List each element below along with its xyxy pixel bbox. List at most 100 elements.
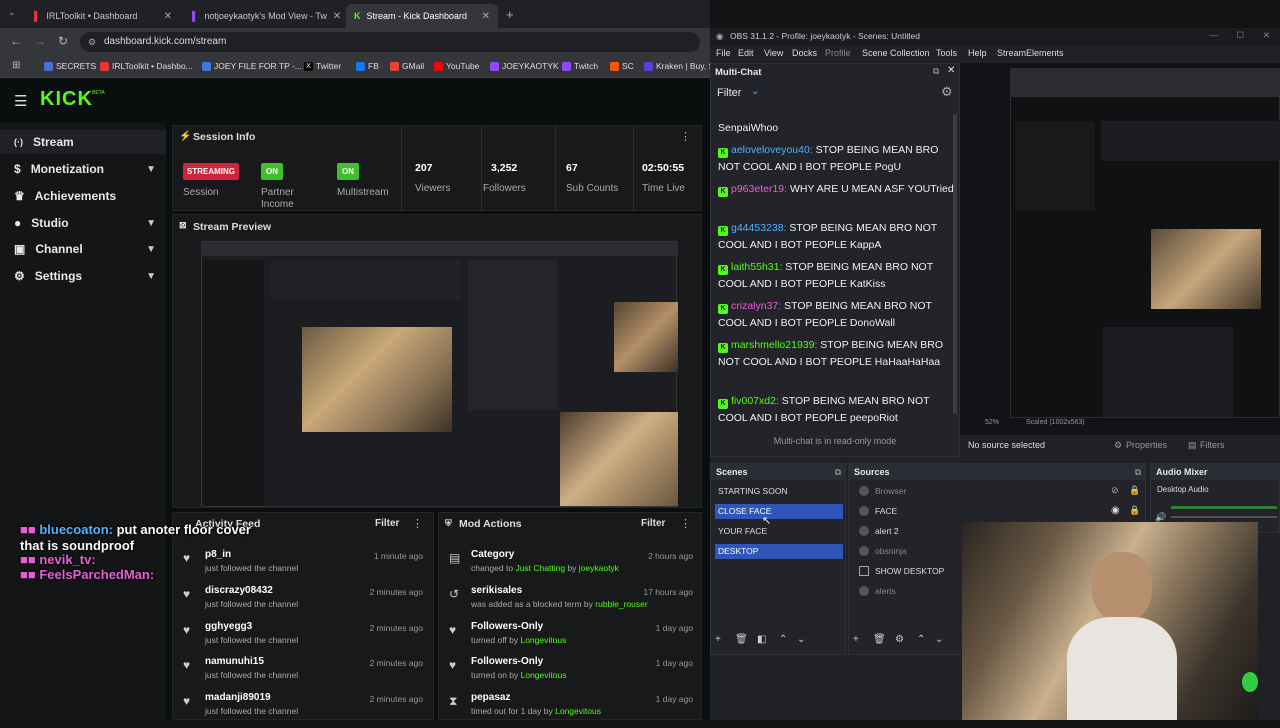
source-item[interactable]: alert 2 [859,526,899,536]
source-item[interactable]: FACE [859,506,897,516]
chat-filter-button[interactable]: Filter [717,87,741,99]
partner-income-badge[interactable]: ON [261,163,283,180]
gear-icon[interactable]: ⚙ [895,634,904,645]
sidebar-item-settings[interactable]: ⚙ Settings ▼ [0,264,166,288]
bookmark[interactable]: Kraken | Buy, S [644,61,714,71]
lock-icon[interactable]: 🔒 [1129,505,1140,516]
menu-profile[interactable]: Profile [825,48,851,58]
bookmark[interactable]: GMail [390,61,424,71]
close-window-icon[interactable]: ✕ [1263,30,1270,41]
lock-icon[interactable]: 🔒 [1129,485,1140,496]
down-icon[interactable]: ⌄ [797,634,805,645]
bookmark[interactable]: X Twitter [304,61,341,71]
sidebar-item-stream[interactable]: (·) Stream [0,130,166,154]
volume-slider[interactable] [1171,516,1277,518]
menu-edit[interactable]: Edit [738,48,754,58]
menu-scene-collection[interactable]: Scene Collection [862,48,930,58]
close-icon[interactable]: ✕ [947,65,955,76]
scene-item-selected[interactable]: DESKTOP [715,544,843,559]
moderator-link[interactable]: joeykaotyk [579,563,619,573]
close-tab-icon[interactable]: ✕ [164,11,172,22]
scene-item-selected[interactable]: CLOSE FACE [715,504,843,519]
scene-item[interactable]: STARTING SOON [715,484,843,499]
moderator-link[interactable]: rubble_rouser [595,599,647,609]
menu-help[interactable]: Help [968,48,987,58]
bookmark[interactable]: IRLToolkit • Dashbo... [100,61,193,71]
chat-username[interactable]: fiv007xd2: [731,395,779,407]
new-tab-icon[interactable]: + [506,7,514,22]
sidebar-item-studio[interactable]: ● Studio ▼ [0,211,166,235]
zoom-level[interactable]: 52% [985,419,999,426]
source-item[interactable]: obsninja [859,546,907,556]
close-tab-icon[interactable]: ✕ [482,11,490,22]
chat-username[interactable]: marshmello21939: [731,339,817,351]
trash-icon[interactable]: 🗑 [873,634,886,645]
mod-filter-button[interactable]: Filter [641,518,665,529]
url-field[interactable]: ⚙ dashboard.kick.com/stream [80,32,700,52]
visibility-hidden-icon[interactable]: ⊘ [1111,485,1119,496]
add-icon[interactable]: + [853,634,859,645]
gear-icon[interactable]: ⚙ [941,84,953,100]
close-tab-icon[interactable]: ✕ [333,11,341,22]
forward-icon[interactable]: → [34,34,46,48]
bookmark[interactable]: Twitch [562,61,598,71]
source-item[interactable]: alerts [859,586,896,596]
bookmark[interactable]: JOEY FILE FOR TP -... [202,61,302,71]
category-link[interactable]: Just Chatting [515,563,565,573]
source-item[interactable]: Browser [859,486,906,496]
visibility-icon[interactable]: ◉ [1111,505,1120,516]
multistream-badge[interactable]: ON [337,163,359,180]
browser-tab[interactable]: ▌ IRLToolkit • Dashboard ✕ [26,4,180,28]
chat-username[interactable]: aeloveloveyou40: [731,144,813,156]
minimize-icon[interactable]: — [1210,30,1219,40]
undock-icon[interactable]: ⧉ [835,464,841,480]
menu-file[interactable]: File [716,48,731,58]
menu-streamelements[interactable]: StreamElements [997,48,1064,58]
apps-icon[interactable]: ⊞ [12,60,20,71]
follower-name[interactable]: madanji89019 [205,692,271,703]
menu-docks[interactable]: Docks [792,48,817,58]
follower-name[interactable]: gghyegg3 [205,621,252,632]
chat-username[interactable]: crizalyn37: [731,300,781,312]
obs-preview-canvas[interactable]: 52% Scaled (1002x563) [960,63,1280,435]
menu-view[interactable]: View [764,48,783,58]
more-icon[interactable]: ⋮ [680,130,691,143]
tab-search-icon[interactable]: ⌄ [8,7,16,18]
add-icon[interactable]: + [715,634,721,645]
moderator-link[interactable]: Longevitous [555,706,601,716]
back-icon[interactable]: ← [10,34,22,48]
up-icon[interactable]: ⌃ [917,634,925,645]
source-item[interactable]: SHOW DESKTOP [859,566,944,576]
menu-icon[interactable]: ☰ [14,92,27,110]
moderator-link[interactable]: Longevitous [521,670,567,680]
menu-tools[interactable]: Tools [936,48,957,58]
chat-scrollbar[interactable] [953,114,957,414]
more-icon[interactable]: ⋮ [680,517,691,530]
activity-filter-button[interactable]: Filter [375,518,399,529]
browser-tab-active[interactable]: K Stream - Kick Dashboard ✕ [346,4,498,28]
reload-icon[interactable]: ↻ [58,34,68,48]
chat-username[interactable]: g44453238: [731,222,786,234]
bookmark[interactable]: SECRETS [44,61,96,71]
scene-item[interactable]: YOUR FACE [715,524,843,539]
chevron-down-icon[interactable]: ⌄ [751,86,759,97]
filters-button[interactable]: Filters [1200,440,1225,450]
sidebar-item-monetization[interactable]: $ Monetization ▼ [0,157,166,181]
down-icon[interactable]: ⌄ [935,634,943,645]
site-info-icon[interactable]: ⚙ [88,32,96,52]
browser-tab[interactable]: ▌ notjoeykaotyk's Mod View - Tw ✕ [184,4,344,28]
undock-icon[interactable]: ⧉ [933,66,939,77]
bookmark[interactable]: SC [610,61,634,71]
moderator-link[interactable]: Longevitous [520,635,566,645]
undock-icon[interactable]: ⧉ [1135,464,1141,480]
trash-icon[interactable]: 🗑 [735,634,748,645]
up-icon[interactable]: ⌃ [779,634,787,645]
bookmark[interactable]: YouTube [434,61,479,71]
sidebar-item-channel[interactable]: ▣ Channel ▼ [0,237,166,261]
bookmark[interactable]: FB [356,61,379,71]
chat-username[interactable]: laith55h31: [731,261,782,273]
properties-button[interactable]: Properties [1126,440,1167,450]
filter-icon[interactable]: ◧ [757,634,766,645]
more-icon[interactable]: ⋮ [412,517,423,530]
chat-username[interactable]: p963eter19: [731,183,787,195]
